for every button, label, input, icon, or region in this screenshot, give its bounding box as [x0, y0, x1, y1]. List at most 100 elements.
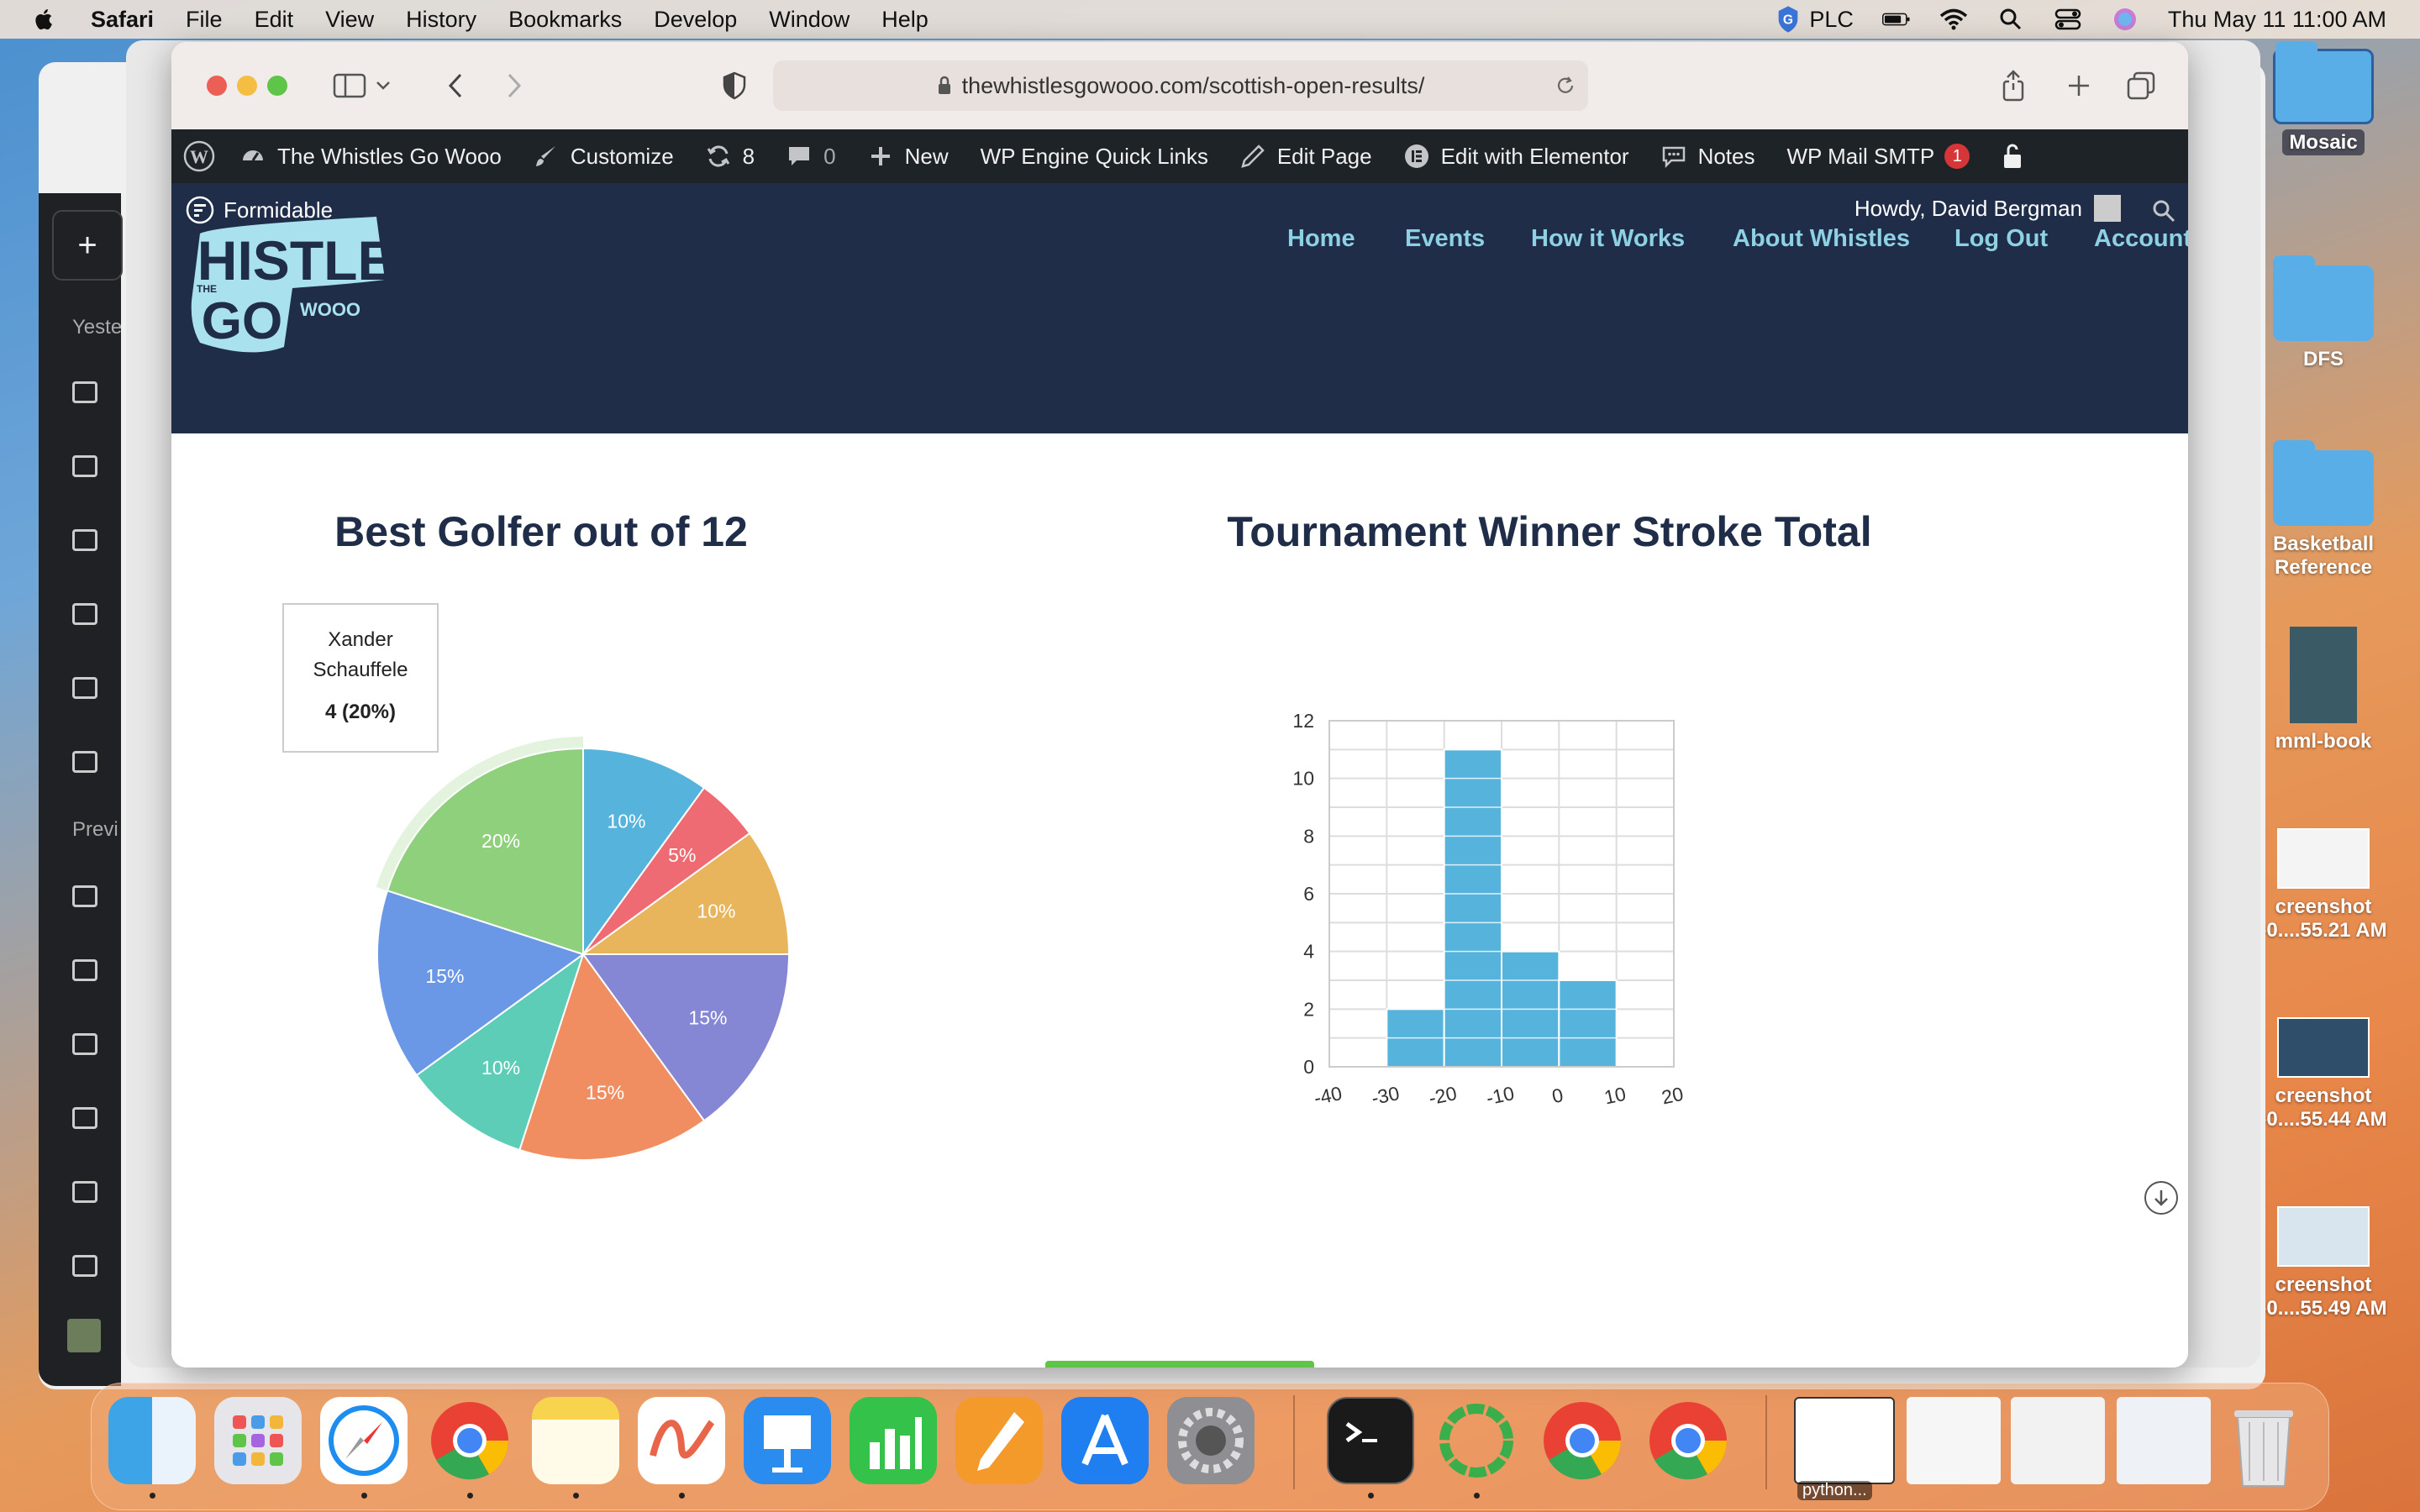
desktop-screenshot-2[interactable]: creenshot -0....55.44 AM: [2252, 1017, 2395, 1131]
clock[interactable]: Thu May 11 11:00 AM: [2168, 7, 2386, 33]
new-chat-button[interactable]: +: [52, 210, 123, 281]
reload-icon[interactable]: [1555, 75, 1576, 97]
launchpad-icon[interactable]: [214, 1397, 302, 1484]
chat-icon[interactable]: [72, 529, 97, 551]
vpn-status[interactable]: G PLC: [1776, 5, 1854, 34]
histogram-bar[interactable]: [1558, 979, 1618, 1068]
new-tab-icon[interactable]: [2060, 67, 2097, 104]
wifi-icon[interactable]: [1939, 8, 1968, 31]
sidebar-toggle-icon[interactable]: [331, 67, 368, 104]
wp-account-menu[interactable]: Howdy, David Bergman: [1854, 195, 2121, 222]
nav-how-it-works[interactable]: How it Works: [1531, 225, 1685, 253]
chrome-icon[interactable]: [1644, 1397, 1732, 1484]
app-store-icon[interactable]: [1061, 1397, 1149, 1484]
close-window-button[interactable]: [207, 76, 227, 96]
menu-bookmarks[interactable]: Bookmarks: [508, 7, 622, 33]
privacy-shield-icon[interactable]: [716, 67, 753, 104]
histogram-chart[interactable]: 0 2 4 6 8 10 12 -40 -30 -20 -10 0 10 20: [1264, 685, 1953, 1122]
desktop-folder-basketball[interactable]: Basketball Reference: [2252, 440, 2395, 580]
avatar[interactable]: [67, 1319, 101, 1352]
wordpress-icon[interactable]: W: [183, 140, 215, 172]
search-icon[interactable]: [2151, 198, 2176, 223]
wp-mail-smtp-link[interactable]: WP Mail SMTP 1: [1786, 144, 1970, 170]
trash-icon[interactable]: [2226, 1397, 2302, 1487]
nav-account[interactable]: Account: [2094, 225, 2188, 253]
activity-ring-icon[interactable]: [1433, 1397, 1520, 1484]
search-icon[interactable]: [1996, 8, 2025, 31]
menu-history[interactable]: History: [406, 7, 476, 33]
nav-log-out[interactable]: Log Out: [1954, 225, 2048, 253]
control-center-icon[interactable]: [2054, 8, 2082, 31]
chat-icon[interactable]: [72, 959, 97, 981]
wp-engine-link[interactable]: WP Engine Quick Links: [981, 144, 1208, 170]
wp-notes-link[interactable]: Notes: [1661, 144, 1754, 170]
desktop-screenshot-1[interactable]: creenshot -0....55.21 AM: [2252, 828, 2395, 942]
chat-icon[interactable]: [72, 1255, 97, 1277]
chat-icon[interactable]: [72, 603, 97, 625]
chat-icon[interactable]: [72, 455, 97, 477]
python-window-thumbnail[interactable]: [1794, 1397, 1895, 1484]
nav-home[interactable]: Home: [1287, 225, 1355, 253]
menu-edit[interactable]: Edit: [255, 7, 294, 33]
siri-icon[interactable]: [2111, 8, 2139, 31]
desktop-folder-dfs[interactable]: DFS: [2252, 255, 2395, 371]
wp-customize-link[interactable]: Customize: [534, 144, 674, 170]
wp-new-link[interactable]: New: [868, 144, 949, 170]
nav-events[interactable]: Events: [1405, 225, 1485, 253]
menu-window[interactable]: Window: [769, 7, 850, 33]
menu-app-name[interactable]: Safari: [91, 7, 154, 33]
share-icon[interactable]: [1995, 67, 2032, 104]
window-thumbnail[interactable]: [2117, 1397, 2211, 1484]
minimize-window-button[interactable]: [237, 76, 257, 96]
desktop-folder-mosaic[interactable]: Mosaic: [2252, 41, 2395, 155]
nav-about-whistles[interactable]: About Whistles: [1733, 225, 1910, 253]
chat-icon[interactable]: [72, 381, 97, 403]
safari-icon[interactable]: [320, 1397, 408, 1484]
menu-develop[interactable]: Develop: [654, 7, 737, 33]
window-thumbnail[interactable]: [2011, 1397, 2105, 1484]
battery-icon[interactable]: [1881, 8, 1911, 31]
finder-icon[interactable]: [108, 1397, 196, 1484]
freeform-icon[interactable]: [638, 1397, 725, 1484]
pie-chart[interactable]: 10% 5% 10% 15% 15% 10% 15% 20%: [365, 736, 802, 1173]
wp-comments-link[interactable]: 0: [786, 144, 836, 170]
chevron-down-icon[interactable]: [373, 67, 393, 104]
chat-icon[interactable]: [72, 885, 97, 907]
wp-updates-count: 8: [742, 143, 755, 169]
scroll-down-icon[interactable]: [2144, 1181, 2178, 1215]
pages-icon[interactable]: [955, 1397, 1043, 1484]
zoom-window-button[interactable]: [267, 76, 287, 96]
wp-elementor-link[interactable]: Edit with Elementor: [1404, 144, 1629, 170]
terminal-icon[interactable]: [1327, 1397, 1414, 1484]
histogram-bar[interactable]: [1443, 748, 1503, 1068]
system-preferences-icon[interactable]: [1167, 1397, 1255, 1484]
wp-edit-page-link[interactable]: Edit Page: [1240, 144, 1372, 170]
wp-site-link[interactable]: The Whistles Go Wooo: [240, 144, 502, 170]
chat-icon[interactable]: [72, 751, 97, 773]
back-icon[interactable]: [437, 67, 474, 104]
apple-icon[interactable]: [32, 7, 57, 32]
keynote-icon[interactable]: [744, 1397, 831, 1484]
chrome-icon[interactable]: [426, 1397, 513, 1484]
menu-view[interactable]: View: [325, 7, 374, 33]
menu-file[interactable]: File: [186, 7, 223, 33]
lock-open-icon[interactable]: [2002, 143, 2023, 170]
chat-icon[interactable]: [72, 1033, 97, 1055]
chat-icon[interactable]: [72, 1181, 97, 1203]
chrome-icon[interactable]: [1539, 1397, 1626, 1484]
forward-icon[interactable]: [496, 67, 533, 104]
pie-slice-label: 15%: [586, 1082, 624, 1104]
numbers-icon[interactable]: [850, 1397, 937, 1484]
menu-help[interactable]: Help: [881, 7, 929, 33]
chat-icon[interactable]: [72, 677, 97, 699]
window-thumbnail[interactable]: [1907, 1397, 2001, 1484]
wp-updates-link[interactable]: 8: [706, 144, 755, 170]
desktop-screenshot-3[interactable]: creenshot -0....55.49 AM: [2252, 1206, 2395, 1320]
chat-icon[interactable]: [72, 1107, 97, 1129]
tab-overview-icon[interactable]: [2123, 67, 2160, 104]
desktop-file-mml-book[interactable]: mml-book: [2252, 627, 2395, 753]
notes-bubble-icon: [1662, 146, 1685, 169]
site-logo[interactable]: WHISTLES GO WOOO THE: [183, 200, 393, 368]
notes-icon[interactable]: [532, 1397, 619, 1484]
address-bar[interactable]: thewhistlesgowooo.com/scottish-open-resu…: [773, 60, 1588, 111]
